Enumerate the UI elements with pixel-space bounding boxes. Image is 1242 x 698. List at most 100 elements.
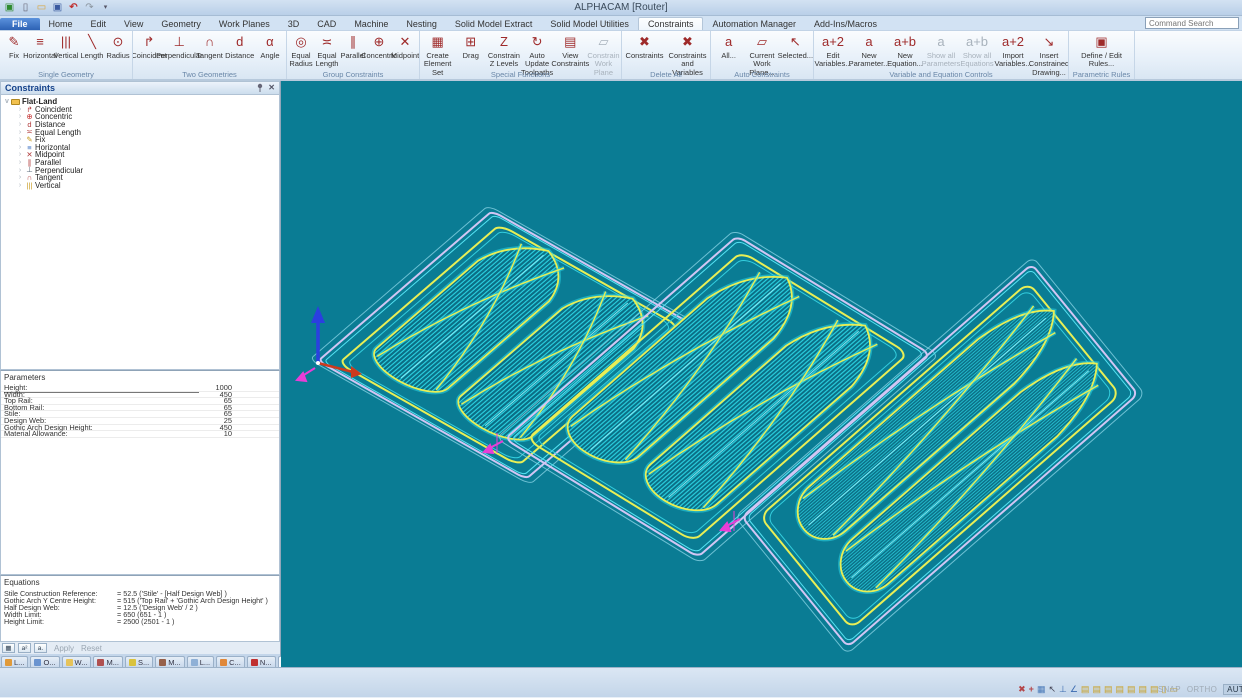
ribbon-tab[interactable]: File	[0, 18, 40, 30]
expand-icon[interactable]: ›	[16, 182, 24, 189]
ribbon-tab[interactable]: Add-Ins/Macros	[805, 18, 886, 30]
command-search-input[interactable]	[1145, 17, 1239, 29]
ribbon-tab[interactable]: Machine	[345, 18, 397, 30]
expand-icon[interactable]: ›	[16, 144, 24, 151]
ribbon-button-label: Horizontal	[23, 52, 57, 60]
viewport-canvas[interactable]	[281, 81, 1242, 667]
ribbon-button[interactable]: ⊥ Perpendicular	[164, 32, 194, 69]
parameter-list-icon[interactable]: a²	[18, 643, 31, 653]
parameter-row[interactable]: Height: 1000	[1, 385, 279, 392]
parameter-row[interactable]: Material Allowance: 10	[1, 431, 279, 438]
new-equation-icon: a+b	[894, 32, 916, 52]
alphacam-logo-icon[interactable]: ▣	[3, 1, 16, 14]
ribbon-button[interactable]: ▣ Define / Edit Rules...	[1070, 32, 1133, 69]
ribbon-tab[interactable]: CAD	[308, 18, 345, 30]
ribbon-button[interactable]: ╲ Length	[79, 32, 105, 69]
status-tool-icon[interactable]: ▤	[1127, 684, 1136, 695]
ribbon-button-label: Define / Edit Rules...	[1070, 52, 1133, 69]
ribbon-button[interactable]: α Angle	[255, 32, 285, 69]
constraints-panel-header: Constraints ✕	[0, 81, 280, 95]
ribbon-tab[interactable]: Nesting	[397, 18, 446, 30]
ribbon-tab[interactable]: Solid Model Utilities	[541, 18, 638, 30]
angle-icon: α	[266, 32, 274, 52]
ribbon-tab[interactable]: 3D	[279, 18, 309, 30]
status-tool-icon[interactable]: ▤	[1115, 684, 1124, 695]
qat-more-icon[interactable]: ▾	[99, 1, 112, 14]
status-tool-icon[interactable]: ✖	[1018, 684, 1026, 695]
ribbon-button[interactable]: ⊙ Radius	[105, 32, 131, 69]
expand-icon[interactable]: ›	[16, 121, 24, 128]
door-panel-3[interactable]	[735, 257, 1145, 654]
dock-tab[interactable]: M...	[155, 656, 185, 667]
expand-icon[interactable]: ›	[16, 167, 24, 174]
ribbon-button[interactable]: ≍ Equal Length	[314, 32, 340, 69]
new-file-icon[interactable]: ▯	[19, 1, 32, 14]
pin-icon[interactable]	[256, 83, 264, 94]
dock-tab[interactable]: O...	[30, 656, 59, 667]
dock-tab[interactable]: M...	[93, 656, 123, 667]
ribbon-button[interactable]: ||| Vertical	[53, 32, 79, 69]
auto-toggle[interactable]: AUT	[1223, 684, 1242, 695]
dock-tab[interactable]: S...	[125, 656, 153, 667]
status-tool-icon[interactable]: ▤	[1139, 684, 1148, 695]
ribbon-tab[interactable]: Geometry	[152, 18, 210, 30]
expand-icon[interactable]: ›	[16, 174, 24, 181]
view-constraints-icon: ▤	[564, 32, 576, 52]
open-file-icon[interactable]: ▭	[35, 1, 48, 14]
equation-row[interactable]: Height Limit:= 2500 (2501 - 1 )	[1, 618, 279, 625]
status-tool-icon[interactable]: ∠	[1070, 684, 1078, 695]
status-tool-icon[interactable]: ▤	[1104, 684, 1113, 695]
reset-button[interactable]: Reset	[81, 644, 102, 653]
ribbon-button[interactable]: ◎ Equal Radius	[288, 32, 314, 69]
ribbon-button[interactable]: ∩ Tangent	[194, 32, 224, 69]
ribbon-tab[interactable]: Edit	[82, 18, 116, 30]
dock-tab[interactable]: N...	[247, 656, 276, 667]
ribbon-tab[interactable]: Home	[40, 18, 82, 30]
expand-icon[interactable]: ›	[16, 106, 24, 113]
snap-toggle[interactable]: SNAP	[1158, 685, 1181, 694]
tree-item[interactable]: › ||| Vertical	[3, 182, 279, 190]
ribbon-button-label: Edit Variables...	[815, 52, 852, 69]
expand-icon[interactable]: ›	[16, 136, 24, 143]
ribbon-tab[interactable]: Automation Manager	[703, 18, 805, 30]
ribbon-button[interactable]: d Distance	[225, 32, 255, 69]
status-tool-icon[interactable]: ▤	[1081, 684, 1090, 695]
status-tool-icon[interactable]: ▦	[1037, 684, 1046, 695]
dock-tab[interactable]: W...	[62, 656, 92, 667]
expand-icon[interactable]: ›	[16, 129, 24, 136]
ribbon-tab[interactable]: Work Planes	[210, 18, 279, 30]
dock-tab-strip: L... O... W... M...	[0, 654, 280, 667]
ribbon-button[interactable]: ⊕ Concentric	[366, 32, 392, 69]
ribbon-button[interactable]: ≡ Horizontal	[27, 32, 53, 69]
ribbon-button-label: Selected...	[778, 52, 813, 60]
status-tool-icon[interactable]: +	[1029, 684, 1034, 695]
redo-icon[interactable]: ↷	[83, 1, 96, 14]
status-tool-icon[interactable]: ↖	[1048, 684, 1056, 695]
dock-tab[interactable]: C...	[216, 656, 245, 667]
ribbon-button[interactable]: ✕ Midpoint	[392, 32, 418, 69]
parameter-value[interactable]: 10	[224, 431, 232, 438]
expand-icon[interactable]: ›	[16, 113, 24, 120]
equal-radius-icon: ◎	[295, 32, 306, 52]
ribbon-tab[interactable]: View	[115, 18, 152, 30]
folder-icon	[11, 99, 20, 105]
ortho-toggle[interactable]: ORTHO	[1187, 685, 1217, 694]
equation-list-icon[interactable]: a.	[34, 643, 47, 653]
save-icon[interactable]: ▣	[51, 1, 64, 14]
undo-icon[interactable]: ↶	[67, 1, 80, 14]
apply-button[interactable]: Apply	[54, 644, 74, 653]
status-tool-icon[interactable]: ⊥	[1059, 684, 1067, 695]
ribbon-tab[interactable]: Solid Model Extract	[446, 18, 542, 30]
ribbon-tab[interactable]: Constraints	[638, 17, 704, 30]
collapse-icon[interactable]: v	[3, 98, 11, 105]
dock-tab[interactable]: L...	[1, 656, 28, 667]
close-icon[interactable]: ✕	[268, 84, 275, 92]
status-tool-icon[interactable]: ▤	[1092, 684, 1101, 695]
parameter-row[interactable]: Bottom Rail: 65	[1, 405, 279, 412]
expand-icon[interactable]: ›	[16, 159, 24, 166]
expand-icon[interactable]: ›	[16, 151, 24, 158]
dock-tab[interactable]: L...	[187, 656, 214, 667]
alphacam-window: ▣ ▯ ▭ ▣ ↶ ↷ ▾ ALPHACAM [Router] File Hom…	[0, 0, 1242, 698]
parameter-row[interactable]: Width: 450	[1, 392, 279, 399]
grid-view-icon[interactable]: ▦	[2, 643, 15, 653]
